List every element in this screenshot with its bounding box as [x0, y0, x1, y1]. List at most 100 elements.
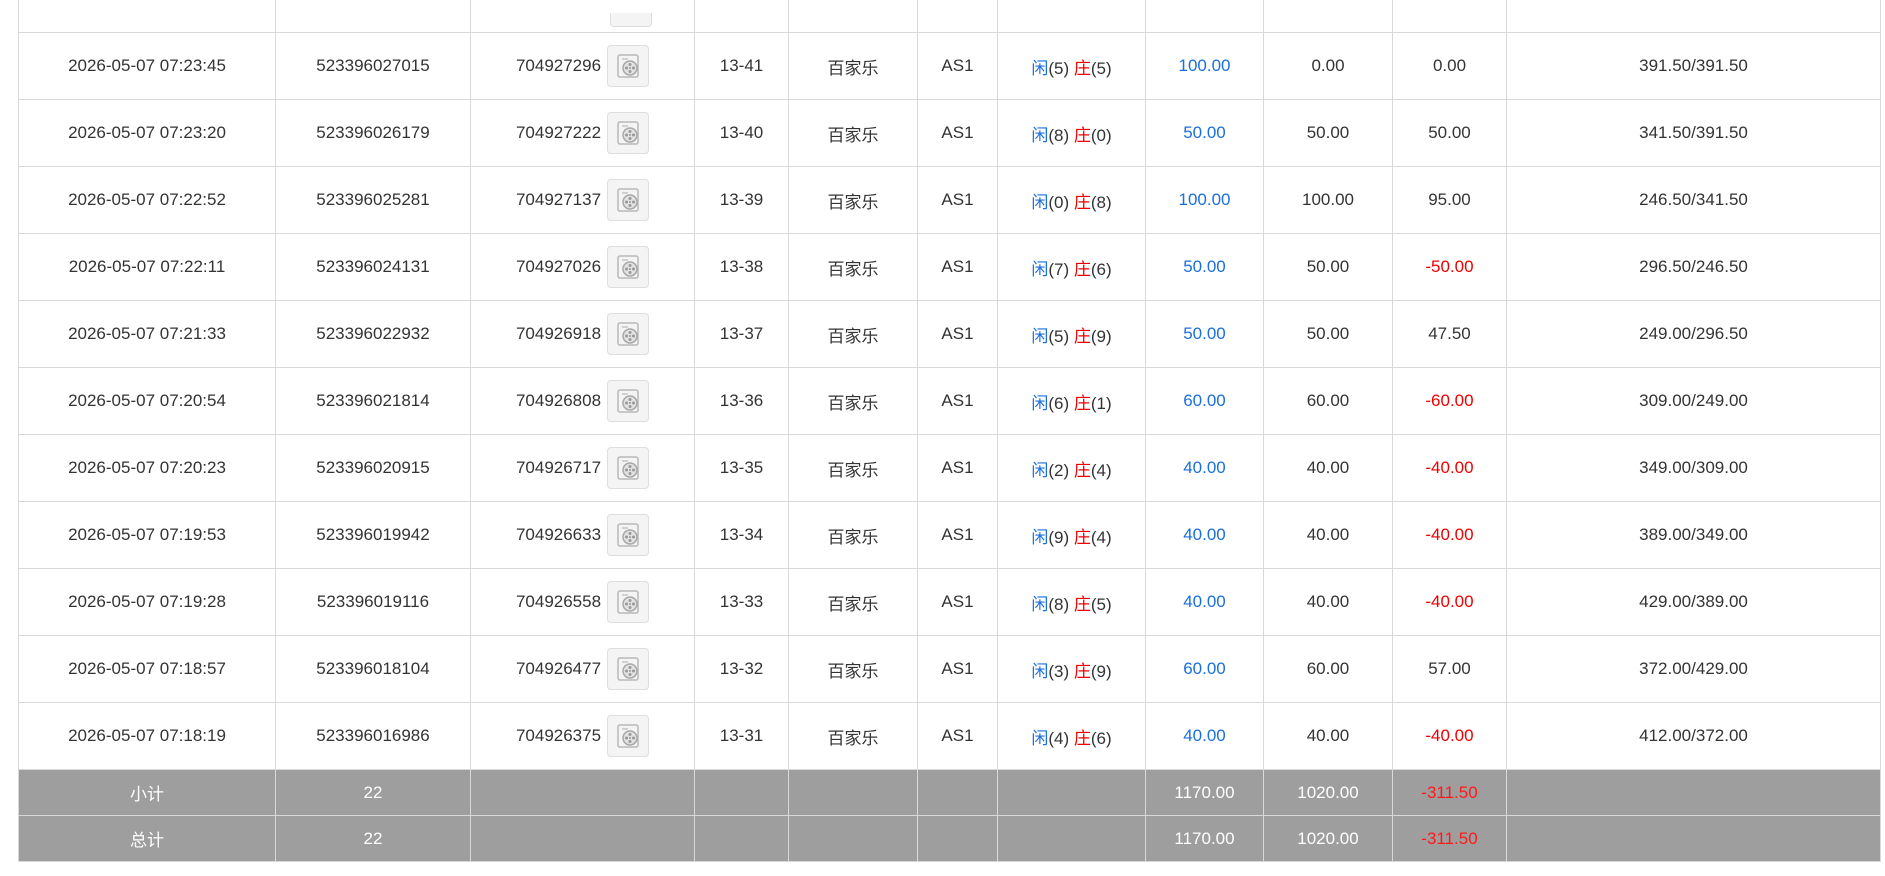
game-name: 百家乐: [788, 501, 918, 569]
film-reel-icon: [617, 590, 639, 614]
player-points: (0): [1048, 192, 1070, 212]
game-result: 闲(8) 庄(5): [997, 568, 1146, 636]
player-label: 闲: [1031, 728, 1049, 748]
round-number: 13-40: [694, 99, 789, 167]
balance-before-after: 391.50/391.50: [1506, 32, 1881, 100]
film-reel-icon: [617, 121, 639, 145]
balance-before-after: 412.00/372.00: [1506, 702, 1881, 770]
summary-count: 22: [275, 815, 471, 862]
table-row: 2026-05-07 07:22:11 523396024131 7049270…: [18, 233, 1881, 301]
table-code: AS1: [917, 32, 998, 100]
bet-time: 2026-05-07 07:21:33: [18, 300, 276, 368]
win-loss-amount: 47.50: [1392, 300, 1507, 368]
valid-bet-amount: 40.00: [1263, 568, 1393, 636]
round-number: 13-33: [694, 568, 789, 636]
player-label: 闲: [1031, 460, 1049, 480]
film-reel-icon: [617, 657, 639, 681]
player-points: (2): [1048, 460, 1070, 480]
round-number: 13-32: [694, 635, 789, 703]
table-row: 2026-05-07 07:21:33 523396022932 7049269…: [18, 300, 1881, 368]
replay-button[interactable]: [607, 447, 650, 489]
bet-time: 2026-05-07 07:19:28: [18, 568, 276, 636]
film-reel-icon: [617, 456, 639, 480]
replay-button[interactable]: [607, 112, 650, 154]
banker-label: 庄: [1073, 594, 1091, 614]
player-label: 闲: [1031, 192, 1049, 212]
replay-button[interactable]: [607, 715, 650, 757]
game-id: 704927222: [515, 123, 602, 142]
summary-row: 小计 22 1170.00 1020.00 -311.50: [18, 769, 1881, 816]
balance-before-after: 249.00/296.50: [1506, 300, 1881, 368]
table-row: 2026-05-07 07:19:28 523396019116 7049265…: [18, 568, 1881, 636]
valid-bet-amount: 50.00: [1263, 233, 1393, 301]
win-loss-amount: 0.00: [1392, 32, 1507, 100]
banker-label: 庄: [1073, 326, 1091, 346]
player-points: (7): [1048, 259, 1070, 279]
film-reel-icon: [617, 523, 639, 547]
banker-label: 庄: [1073, 460, 1091, 480]
round-number: 13-31: [694, 702, 789, 770]
game-id: 704926633: [515, 525, 602, 544]
replay-button[interactable]: [607, 179, 650, 221]
player-points: (3): [1048, 661, 1070, 681]
replay-button[interactable]: [607, 514, 650, 556]
replay-button[interactable]: [607, 380, 650, 422]
bet-amount: 100.00: [1145, 166, 1264, 234]
order-id: 523396027015: [275, 32, 471, 100]
game-id: 704926558: [515, 592, 602, 611]
valid-bet-amount: 40.00: [1263, 434, 1393, 502]
replay-button[interactable]: [610, 13, 652, 27]
table-row: 2026-05-07 07:23:45 523396027015 7049272…: [18, 32, 1881, 100]
order-id: 523396026179: [275, 99, 471, 167]
banker-points: (0): [1090, 125, 1112, 145]
bet-records-table: 2026-05-07 07:23:45 523396027015 7049272…: [18, 0, 1881, 862]
game-name: 百家乐: [788, 233, 918, 301]
game-result: 闲(9) 庄(4): [997, 501, 1146, 569]
banker-points: (8): [1090, 192, 1112, 212]
player-label: 闲: [1031, 125, 1049, 145]
summary-win-loss: -311.50: [1392, 769, 1507, 816]
replay-button[interactable]: [607, 313, 650, 355]
table-code: AS1: [917, 568, 998, 636]
game-name: 百家乐: [788, 32, 918, 100]
order-id: 523396020915: [275, 434, 471, 502]
replay-button[interactable]: [607, 45, 650, 87]
summary-bet: 1170.00: [1145, 815, 1264, 862]
valid-bet-amount: 60.00: [1263, 635, 1393, 703]
summary-count: 22: [275, 769, 471, 816]
banker-points: (6): [1090, 728, 1112, 748]
replay-button[interactable]: [607, 581, 650, 623]
table-row-partial: [18, 0, 1881, 33]
game-id: 704927296: [515, 56, 602, 75]
valid-bet-amount: 50.00: [1263, 99, 1393, 167]
bet-time: 2026-05-07 07:22:52: [18, 166, 276, 234]
game-name: 百家乐: [788, 300, 918, 368]
banker-label: 庄: [1073, 125, 1091, 145]
replay-button[interactable]: [607, 648, 650, 690]
game-id: 704927026: [515, 257, 602, 276]
valid-bet-amount: 40.00: [1263, 501, 1393, 569]
game-id: 704926375: [515, 726, 602, 745]
banker-points: (5): [1090, 594, 1112, 614]
bet-amount: 50.00: [1145, 300, 1264, 368]
game-result: 闲(8) 庄(0): [997, 99, 1146, 167]
bet-time: 2026-05-07 07:20:23: [18, 434, 276, 502]
player-points: (8): [1048, 125, 1070, 145]
film-reel-icon: [617, 724, 639, 748]
replay-button[interactable]: [607, 246, 650, 288]
player-label: 闲: [1031, 326, 1049, 346]
bet-time: 2026-05-07 07:20:54: [18, 367, 276, 435]
bet-time: 2026-05-07 07:18:57: [18, 635, 276, 703]
summary-bet: 1170.00: [1145, 769, 1264, 816]
film-reel-icon: [617, 54, 639, 78]
win-loss-amount: 95.00: [1392, 166, 1507, 234]
win-loss-amount: 57.00: [1392, 635, 1507, 703]
table-row: 2026-05-07 07:23:20 523396026179 7049272…: [18, 99, 1881, 167]
film-reel-icon: [617, 255, 639, 279]
game-result: 闲(0) 庄(8): [997, 166, 1146, 234]
round-number: 13-38: [694, 233, 789, 301]
banker-label: 庄: [1073, 661, 1091, 681]
bet-amount: 60.00: [1145, 367, 1264, 435]
win-loss-amount: -60.00: [1392, 367, 1507, 435]
game-result: 闲(2) 庄(4): [997, 434, 1146, 502]
